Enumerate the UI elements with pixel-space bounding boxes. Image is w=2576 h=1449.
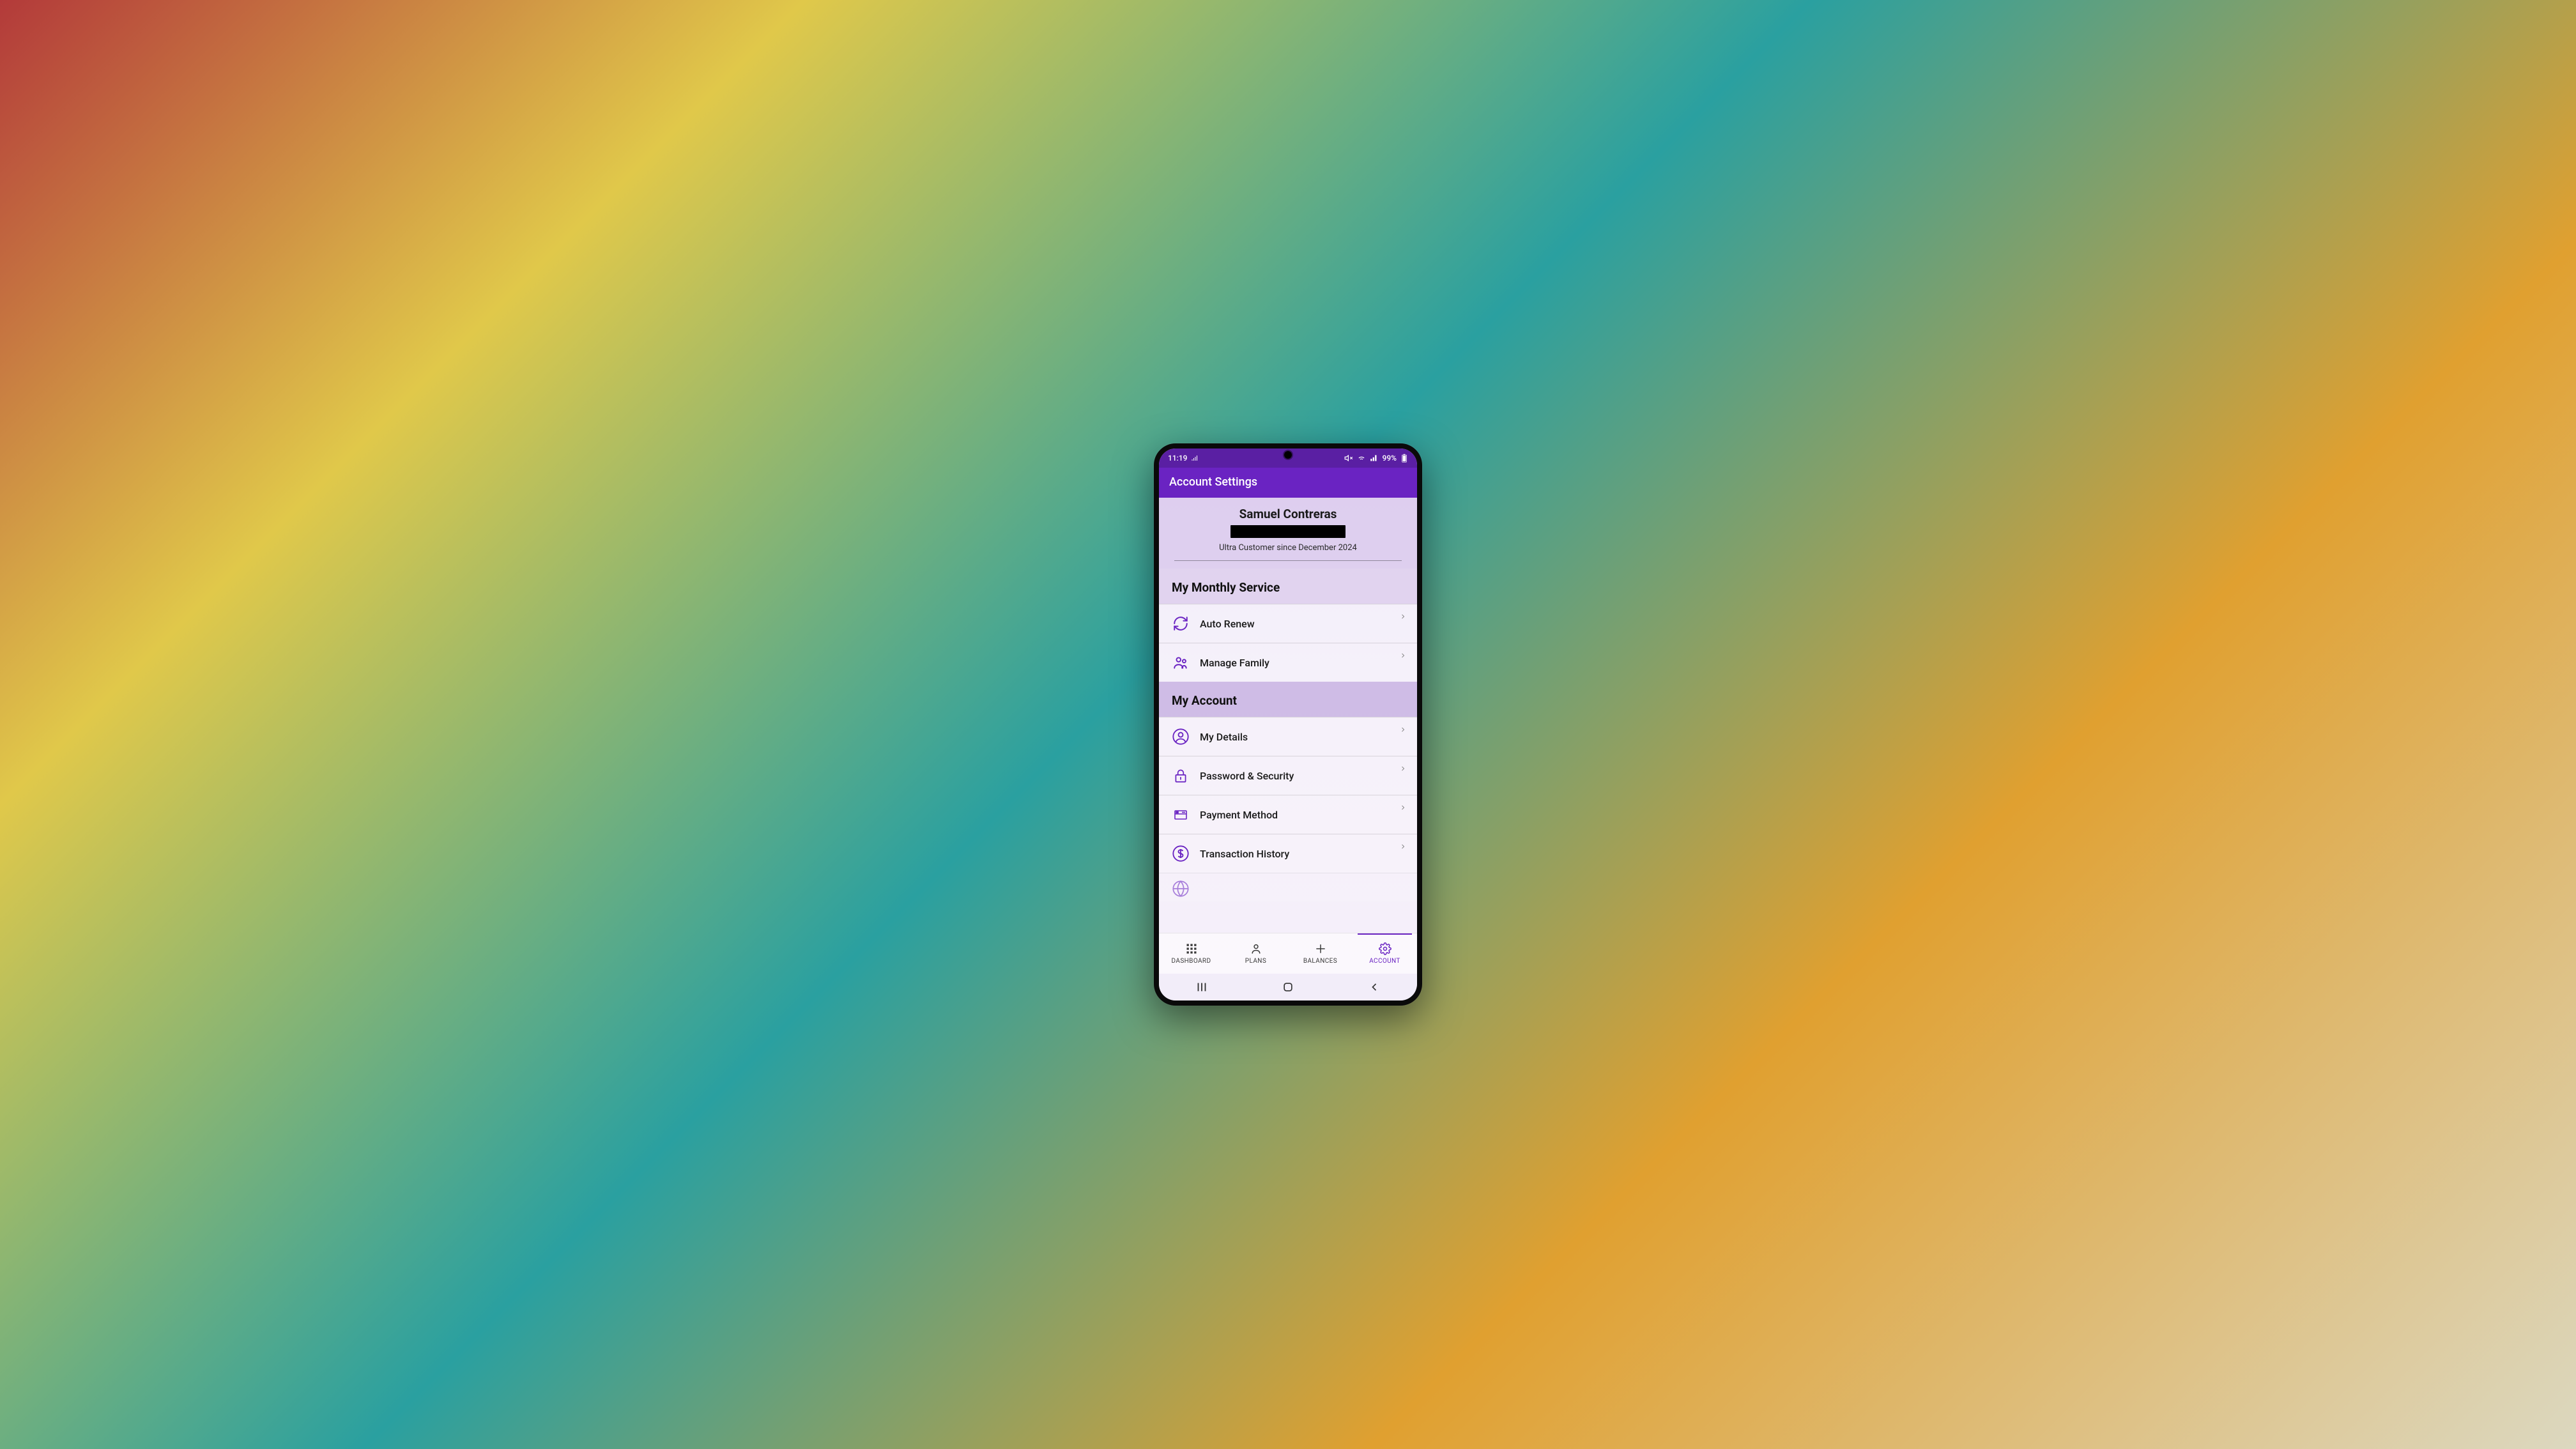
status-left: 11:19 bbox=[1168, 454, 1199, 463]
profile-divider bbox=[1174, 560, 1402, 561]
dollar-icon bbox=[1172, 845, 1190, 862]
chevron-right-icon bbox=[1399, 611, 1407, 623]
profile-name: Samuel Contreras bbox=[1170, 507, 1406, 521]
row-label: Transaction History bbox=[1200, 848, 1404, 860]
chevron-right-icon bbox=[1399, 650, 1407, 662]
phone-frame: 11:19 99% Account Settings Samuel Contre… bbox=[1154, 443, 1422, 1006]
gear-icon bbox=[1379, 942, 1392, 955]
screen: 11:19 99% Account Settings Samuel Contre… bbox=[1159, 448, 1417, 1000]
row-payment-method[interactable]: Payment Method bbox=[1159, 795, 1417, 834]
scroll-content[interactable]: Samuel Contreras Ultra Customer since De… bbox=[1159, 498, 1417, 933]
app-bar: Account Settings bbox=[1159, 468, 1417, 498]
signal-small-icon bbox=[1191, 454, 1199, 462]
grid-icon bbox=[1185, 942, 1198, 955]
screen-title: Account Settings bbox=[1169, 475, 1257, 489]
family-icon bbox=[1172, 654, 1190, 671]
globe-icon bbox=[1172, 880, 1190, 898]
mute-icon bbox=[1344, 454, 1353, 463]
tab-plans[interactable]: PLANS bbox=[1223, 933, 1288, 974]
battery-icon bbox=[1400, 454, 1408, 463]
nav-home[interactable] bbox=[1269, 981, 1307, 993]
row-auto-renew[interactable]: Auto Renew bbox=[1159, 604, 1417, 643]
status-time: 11:19 bbox=[1168, 454, 1187, 463]
battery-text: 99% bbox=[1383, 454, 1397, 463]
signal-icon bbox=[1370, 454, 1379, 463]
tab-label: PLANS bbox=[1245, 958, 1266, 965]
chevron-right-icon bbox=[1399, 763, 1407, 775]
row-label: Auto Renew bbox=[1200, 618, 1404, 630]
section-monthly-title: My Monthly Service bbox=[1159, 569, 1417, 604]
tab-label: ACCOUNT bbox=[1369, 958, 1400, 965]
tab-balances[interactable]: BALANCES bbox=[1288, 933, 1353, 974]
status-right: 99% bbox=[1344, 454, 1408, 463]
redacted-phone bbox=[1230, 525, 1346, 538]
row-label: Payment Method bbox=[1200, 809, 1404, 821]
plus-icon bbox=[1314, 942, 1327, 955]
tab-dashboard[interactable]: DASHBOARD bbox=[1159, 933, 1223, 974]
row-label: Password & Security bbox=[1200, 770, 1404, 782]
profile-since: Ultra Customer since December 2024 bbox=[1170, 543, 1406, 553]
row-manage-family[interactable]: Manage Family bbox=[1159, 643, 1417, 682]
nav-back[interactable] bbox=[1355, 981, 1393, 993]
row-password-security[interactable]: Password & Security bbox=[1159, 756, 1417, 795]
card-icon bbox=[1172, 806, 1190, 824]
refresh-icon bbox=[1172, 615, 1190, 632]
chevron-right-icon bbox=[1399, 724, 1407, 736]
row-label: Manage Family bbox=[1200, 657, 1404, 669]
profile-header: Samuel Contreras Ultra Customer since De… bbox=[1159, 498, 1417, 569]
row-label: My Details bbox=[1200, 731, 1404, 743]
bottom-tabbar: DASHBOARD PLANS BALANCES ACCOUNT bbox=[1159, 933, 1417, 974]
chevron-right-icon bbox=[1399, 802, 1407, 814]
row-my-details[interactable]: My Details bbox=[1159, 717, 1417, 756]
android-nav-bar bbox=[1159, 974, 1417, 1000]
camera-hole bbox=[1284, 451, 1292, 459]
section-account-title: My Account bbox=[1159, 682, 1417, 717]
tab-account[interactable]: ACCOUNT bbox=[1353, 933, 1417, 974]
tab-label: DASHBOARD bbox=[1172, 958, 1211, 965]
row-transaction-history[interactable]: Transaction History bbox=[1159, 834, 1417, 873]
lock-icon bbox=[1172, 767, 1190, 785]
chevron-right-icon bbox=[1399, 841, 1407, 853]
nav-recents[interactable] bbox=[1183, 980, 1221, 994]
row-partial-next[interactable] bbox=[1159, 873, 1417, 901]
wifi-icon bbox=[1357, 454, 1366, 463]
tab-label: BALANCES bbox=[1303, 958, 1337, 965]
person-circle-icon bbox=[1172, 728, 1190, 746]
person-icon bbox=[1250, 942, 1262, 955]
